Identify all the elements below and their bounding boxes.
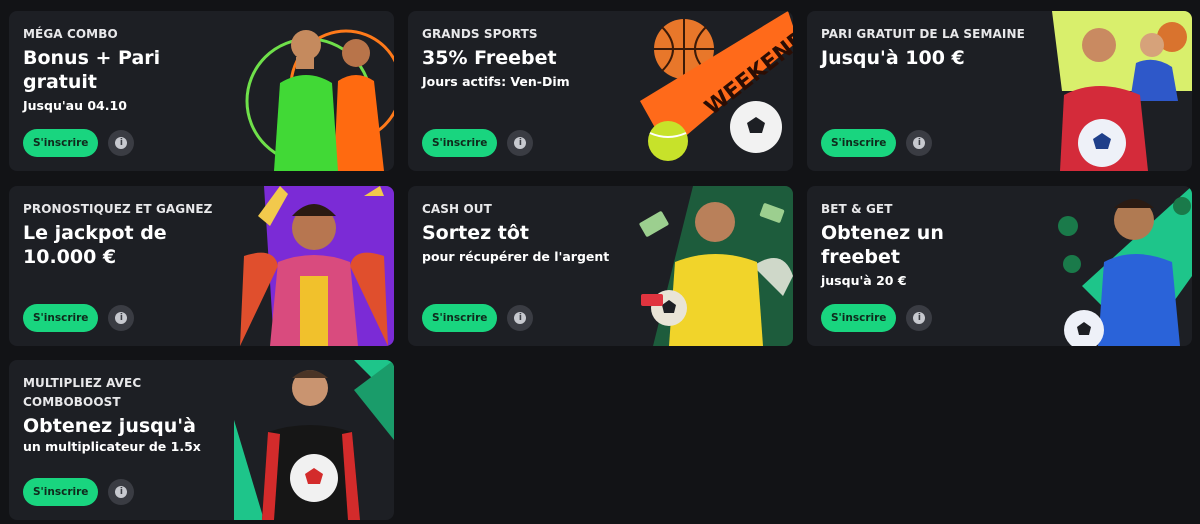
promo-card-jackpot[interactable]: PRONOSTIQUEZ ET GAGNEZ Le jackpot de 10.… [9,186,394,346]
promo-text: MÉGA COMBO Bonus + Pari gratuit Jusqu'au… [23,25,258,115]
promo-text: MULTIPLIEZ AVEC COMBOBOOST Obtenez jusqu… [23,374,258,456]
promo-subtitle: Jours actifs: Ven-Dim [422,74,570,89]
promo-card-bet-and-get[interactable]: BET & GET Obtenez un freebet jusqu'à 20 … [807,186,1192,346]
promo-card-mega-combo[interactable]: MÉGA COMBO Bonus + Pari gratuit Jusqu'au… [9,11,394,171]
signup-button[interactable]: S'inscrire [23,478,99,506]
info-icon: i [913,137,926,149]
promo-kicker: PRONOSTIQUEZ ET GAGNEZ [23,202,213,216]
footballer-with-chips-illustration [1058,186,1192,346]
promo-actions: S'inscrire i [821,129,933,157]
promo-subtitle: pour récupérer de l'argent [422,249,610,264]
signup-button[interactable]: S'inscrire [23,129,99,157]
promo-subtitle: jusqu'à 20 € [821,273,907,288]
promo-actions: S'inscrire i [821,304,933,332]
signup-button[interactable]: S'inscrire [821,304,897,332]
promo-subtitle: un multiplicateur de 1.5x [23,439,201,454]
promo-title: Sortez tôt [422,222,529,244]
celebrating-fan-illustration [240,186,394,346]
info-button[interactable]: i [108,130,135,156]
promo-actions: S'inscrire i [422,304,534,332]
info-button[interactable]: i [108,479,135,505]
promo-card-grands-sports[interactable]: GRANDS SPORTS 35% Freebet Jours actifs: … [408,11,793,171]
info-button[interactable]: i [507,130,534,156]
promo-actions: S'inscrire i [23,304,135,332]
promo-card-comboboost[interactable]: MULTIPLIEZ AVEC COMBOBOOST Obtenez jusqu… [9,360,394,520]
promotions-grid: MÉGA COMBO Bonus + Pari gratuit Jusqu'au… [0,0,1200,524]
promo-text: CASH OUT Sortez tôt pour récupérer de l'… [422,200,657,266]
promo-card-cash-out[interactable]: CASH OUT Sortez tôt pour récupérer de l'… [408,186,793,346]
promo-subtitle: Jusqu'au 04.10 [23,98,127,113]
promo-title: Jusqu'à 100 € [821,47,965,69]
promo-kicker: BET & GET [821,202,893,216]
promo-kicker: MULTIPLIEZ AVEC COMBOBOOST [23,376,142,409]
promo-title: Obtenez jusqu'à [23,415,196,437]
promo-text: PRONOSTIQUEZ ET GAGNEZ Le jackpot de 10.… [23,200,258,269]
info-button[interactable]: i [108,305,135,331]
promo-kicker: GRANDS SPORTS [422,27,538,41]
promo-title: Le jackpot de 10.000 € [23,222,167,268]
info-icon: i [115,486,128,498]
football-basketball-players-illustration [1052,11,1192,171]
promo-kicker: PARI GRATUIT DE LA SEMAINE [821,27,1025,41]
info-icon: i [115,137,128,149]
info-icon: i [115,312,128,324]
promo-text: PARI GRATUIT DE LA SEMAINE Jusqu'à 100 € [821,25,1056,70]
signup-button[interactable]: S'inscrire [422,304,498,332]
info-button[interactable]: i [906,305,933,331]
promo-kicker: CASH OUT [422,202,492,216]
promo-text: GRANDS SPORTS 35% Freebet Jours actifs: … [422,25,657,91]
signup-button[interactable]: S'inscrire [821,129,897,157]
signup-button[interactable]: S'inscrire [23,304,99,332]
signup-button[interactable]: S'inscrire [422,129,498,157]
info-icon: i [514,137,527,149]
promo-title: Bonus + Pari gratuit [23,47,161,93]
cash-out-fan-illustration [639,186,793,346]
promo-text: BET & GET Obtenez un freebet jusqu'à 20 … [821,200,1056,290]
promo-card-free-bet-week[interactable]: PARI GRATUIT DE LA SEMAINE Jusqu'à 100 €… [807,11,1192,171]
footballer-holding-ball-illustration [234,360,394,520]
promo-actions: S'inscrire i [23,478,135,506]
info-button[interactable]: i [906,130,933,156]
promo-actions: S'inscrire i [422,129,534,157]
info-icon: i [514,312,527,324]
promo-title: 35% Freebet [422,47,557,69]
promo-actions: S'inscrire i [23,129,135,157]
info-icon: i [913,312,926,324]
promo-kicker: MÉGA COMBO [23,27,118,41]
two-footballers-illustration [245,29,394,171]
promo-title: Obtenez un freebet [821,222,944,268]
info-button[interactable]: i [507,305,534,331]
